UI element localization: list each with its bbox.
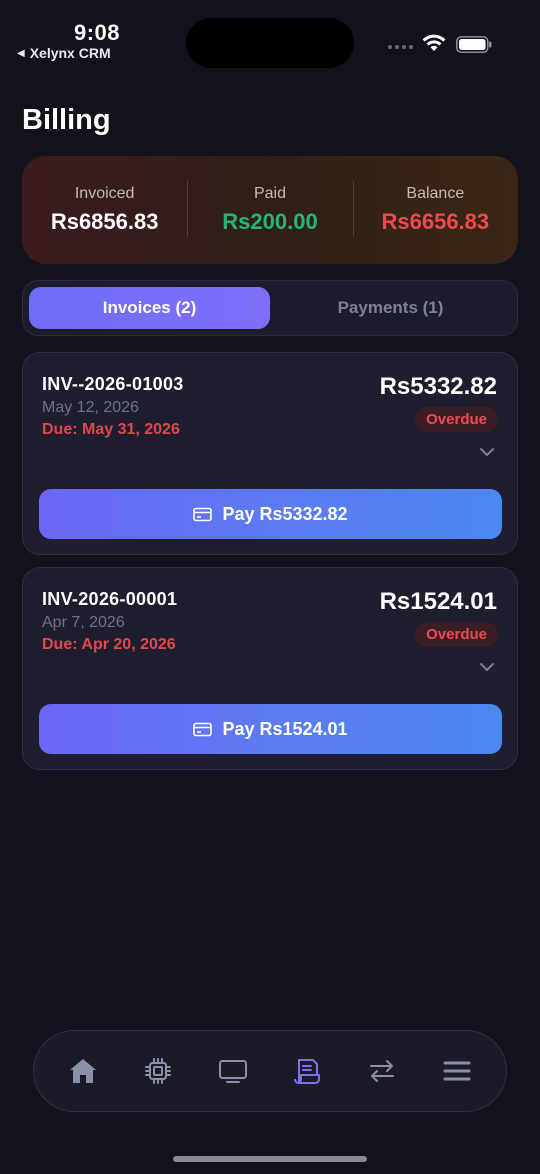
nav-screens[interactable] [209, 1047, 257, 1095]
invoice-date: May 12, 2026 [42, 399, 139, 416]
page-title: Billing [22, 104, 111, 136]
invoice-date: Apr 7, 2026 [42, 614, 125, 631]
invoiced-label: Invoiced [74, 185, 135, 202]
menu-icon [443, 1061, 471, 1081]
nav-menu[interactable] [433, 1047, 481, 1095]
invoice-due-date: Due: May 31, 2026 [42, 421, 180, 438]
invoiced-summary: Invoiced Rs6856.83 [22, 185, 187, 235]
chevron-down-icon[interactable] [479, 447, 495, 457]
invoice-card[interactable]: INV--2026-01003 May 12, 2026 Due: May 31… [22, 352, 518, 555]
transfer-arrows-icon [369, 1060, 394, 1082]
dynamic-island [186, 18, 354, 68]
bottom-nav [33, 1030, 507, 1112]
pay-button-label: Pay Rs5332.82 [222, 503, 348, 524]
status-bar: 9:08 ◀ Xelynx CRM [0, 0, 540, 80]
back-to-app-link[interactable]: ◀ Xelynx CRM [17, 45, 111, 61]
back-app-label: Xelynx CRM [29, 45, 111, 61]
pay-invoice-button[interactable]: Pay Rs5332.82 [39, 489, 502, 539]
status-badge: Overdue [415, 622, 498, 647]
paid-label: Paid [253, 185, 286, 202]
invoice-amount: Rs1524.01 [379, 588, 497, 615]
wifi-icon [422, 34, 446, 51]
pay-invoice-button[interactable]: Pay Rs1524.01 [39, 704, 502, 754]
back-caret-icon: ◀ [17, 47, 25, 59]
invoice-card[interactable]: INV-2026-00001 Apr 7, 2026 Due: Apr 20, … [22, 567, 518, 770]
status-badge: Overdue [415, 407, 498, 432]
nav-transfers[interactable] [358, 1047, 406, 1095]
home-icon [70, 1059, 97, 1083]
paid-value: Rs200.00 [222, 209, 318, 234]
receipt-icon [294, 1059, 321, 1084]
chip-icon [144, 1058, 171, 1084]
battery-icon [456, 36, 492, 53]
pay-button-label: Pay Rs1524.01 [222, 718, 348, 739]
balance-summary: Balance Rs6656.83 [352, 181, 518, 237]
balance-value: Rs6656.83 [381, 209, 490, 234]
invoice-due-date: Due: Apr 20, 2026 [42, 636, 176, 653]
home-indicator[interactable] [173, 1156, 367, 1162]
credit-card-icon [193, 722, 213, 736]
billing-tabs: Invoices (2) Payments (1) [22, 280, 518, 336]
monitor-icon [218, 1060, 247, 1083]
nav-home[interactable] [59, 1047, 107, 1095]
chevron-down-icon[interactable] [479, 662, 495, 672]
tab-payments[interactable]: Payments (1) [270, 287, 511, 329]
nav-devices[interactable] [134, 1047, 182, 1095]
balance-label: Balance [406, 185, 465, 202]
paid-summary: Paid Rs200.00 [187, 181, 352, 237]
cellular-signal-icon [388, 45, 413, 49]
nav-billing[interactable] [283, 1047, 331, 1095]
billing-summary-card: Invoiced Rs6856.83 Paid Rs200.00 Balance… [22, 156, 518, 264]
invoiced-value: Rs6856.83 [50, 209, 159, 234]
invoice-number: INV--2026-01003 [42, 374, 184, 394]
invoice-amount: Rs5332.82 [379, 373, 497, 400]
status-time: 9:08 [74, 20, 121, 45]
invoice-number: INV-2026-00001 [42, 589, 178, 609]
credit-card-icon [193, 507, 213, 521]
tab-invoices[interactable]: Invoices (2) [29, 287, 270, 329]
